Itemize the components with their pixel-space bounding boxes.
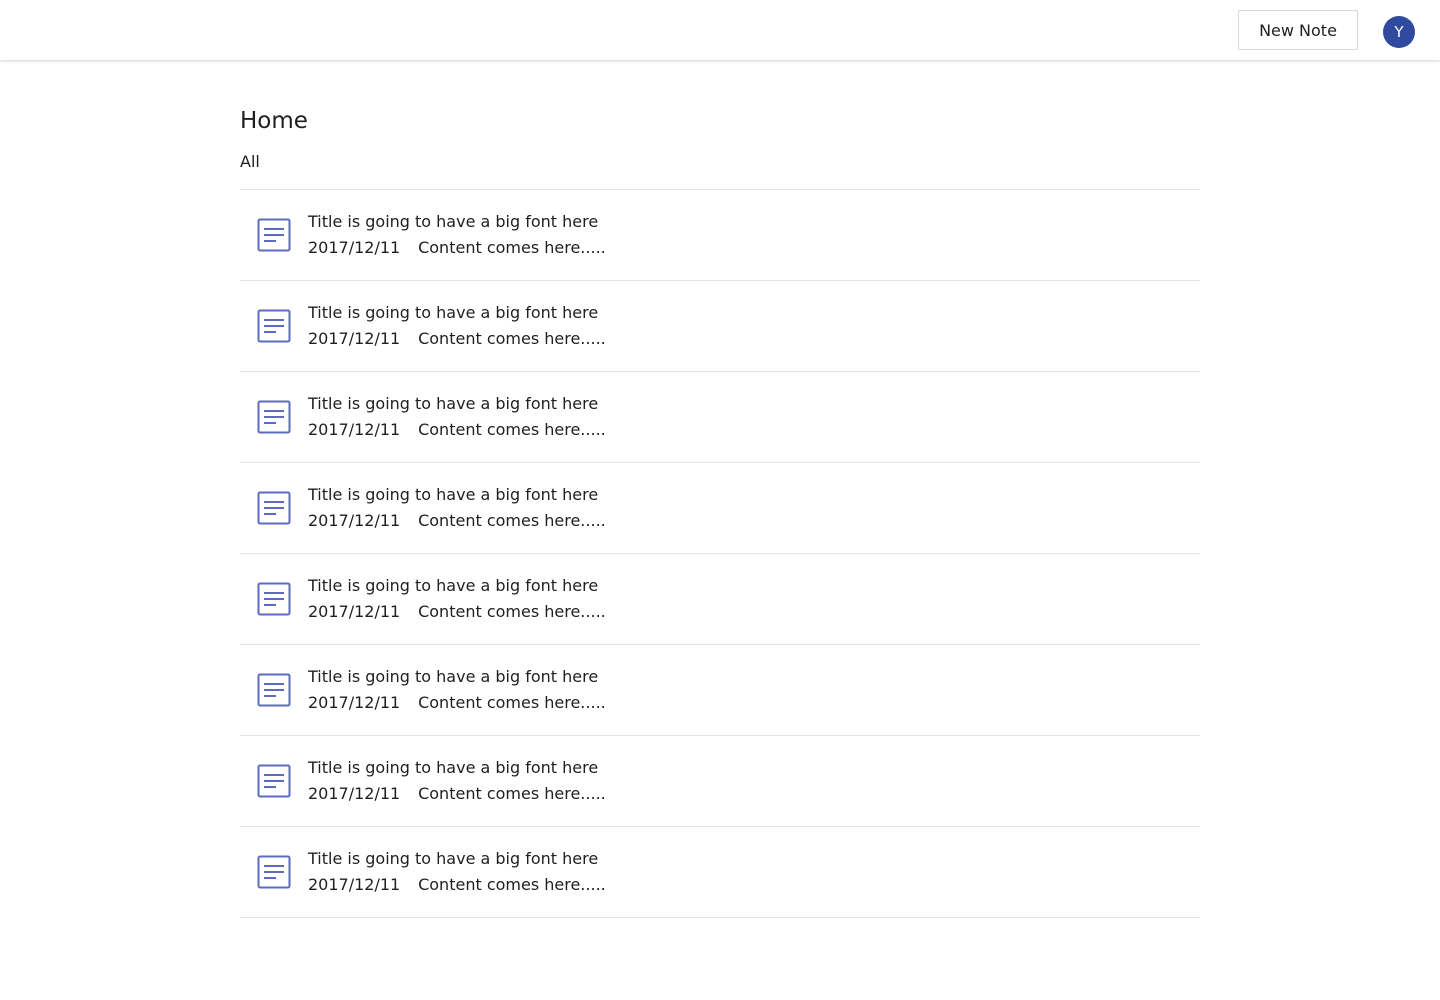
note-date: 2017/12/11 <box>308 875 401 894</box>
document-icon <box>257 218 291 252</box>
document-icon <box>257 764 291 798</box>
note-list-item[interactable]: Title is going to have a big font here 2… <box>240 554 1200 645</box>
note-list-item[interactable]: Title is going to have a big font here 2… <box>240 372 1200 463</box>
document-icon <box>257 400 291 434</box>
note-snippet: Content comes here..... <box>418 511 606 530</box>
avatar[interactable]: Y <box>1383 16 1415 48</box>
note-list-item[interactable]: Title is going to have a big font here 2… <box>240 190 1200 281</box>
note-list: Title is going to have a big font here 2… <box>240 190 1200 918</box>
note-text: Title is going to have a big font here 2… <box>308 848 606 896</box>
note-snippet: Content comes here..... <box>418 420 606 439</box>
note-meta: 2017/12/11 Content comes here..... <box>308 601 606 623</box>
note-list-item[interactable]: Title is going to have a big font here 2… <box>240 645 1200 736</box>
note-snippet: Content comes here..... <box>418 693 606 712</box>
note-date: 2017/12/11 <box>308 420 401 439</box>
document-icon <box>257 855 291 889</box>
note-title: Title is going to have a big font here <box>308 667 599 686</box>
note-meta: 2017/12/11 Content comes here..... <box>308 328 606 350</box>
note-date: 2017/12/11 <box>308 238 401 257</box>
note-text: Title is going to have a big font here 2… <box>308 484 606 532</box>
note-text: Title is going to have a big font here 2… <box>308 666 606 714</box>
note-title: Title is going to have a big font here <box>308 212 599 231</box>
document-icon <box>257 582 291 616</box>
filter-all[interactable]: All <box>240 152 260 171</box>
note-snippet: Content comes here..... <box>418 784 606 803</box>
filter-row: All <box>240 142 1200 190</box>
note-list-item[interactable]: Title is going to have a big font here 2… <box>240 827 1200 918</box>
new-note-button[interactable]: New Note <box>1238 10 1358 50</box>
note-title: Title is going to have a big font here <box>308 576 599 595</box>
note-date: 2017/12/11 <box>308 602 401 621</box>
document-icon <box>257 673 291 707</box>
document-icon <box>257 491 291 525</box>
note-title: Title is going to have a big font here <box>308 394 599 413</box>
note-list-item[interactable]: Title is going to have a big font here 2… <box>240 736 1200 827</box>
note-text: Title is going to have a big font here 2… <box>308 211 606 259</box>
note-meta: 2017/12/11 Content comes here..... <box>308 419 606 441</box>
note-title: Title is going to have a big font here <box>308 849 599 868</box>
note-title: Title is going to have a big font here <box>308 758 599 777</box>
note-snippet: Content comes here..... <box>418 602 606 621</box>
main-content: Home All Title is going to have a big fo… <box>240 100 1200 918</box>
note-text: Title is going to have a big font here 2… <box>308 757 606 805</box>
note-meta: 2017/12/11 Content comes here..... <box>308 237 606 259</box>
note-date: 2017/12/11 <box>308 511 401 530</box>
note-snippet: Content comes here..... <box>418 238 606 257</box>
note-meta: 2017/12/11 Content comes here..... <box>308 510 606 532</box>
note-date: 2017/12/11 <box>308 329 401 348</box>
note-text: Title is going to have a big font here 2… <box>308 302 606 350</box>
note-text: Title is going to have a big font here 2… <box>308 393 606 441</box>
top-bar: New Note Y <box>0 0 1440 60</box>
note-list-item[interactable]: Title is going to have a big font here 2… <box>240 463 1200 554</box>
page-title: Home <box>240 108 308 134</box>
document-icon <box>257 309 291 343</box>
note-meta: 2017/12/11 Content comes here..... <box>308 783 606 805</box>
note-meta: 2017/12/11 Content comes here..... <box>308 874 606 896</box>
note-title: Title is going to have a big font here <box>308 303 599 322</box>
note-text: Title is going to have a big font here 2… <box>308 575 606 623</box>
note-date: 2017/12/11 <box>308 693 401 712</box>
note-list-item[interactable]: Title is going to have a big font here 2… <box>240 281 1200 372</box>
note-title: Title is going to have a big font here <box>308 485 599 504</box>
note-meta: 2017/12/11 Content comes here..... <box>308 692 606 714</box>
note-snippet: Content comes here..... <box>418 329 606 348</box>
note-snippet: Content comes here..... <box>418 875 606 894</box>
note-date: 2017/12/11 <box>308 784 401 803</box>
